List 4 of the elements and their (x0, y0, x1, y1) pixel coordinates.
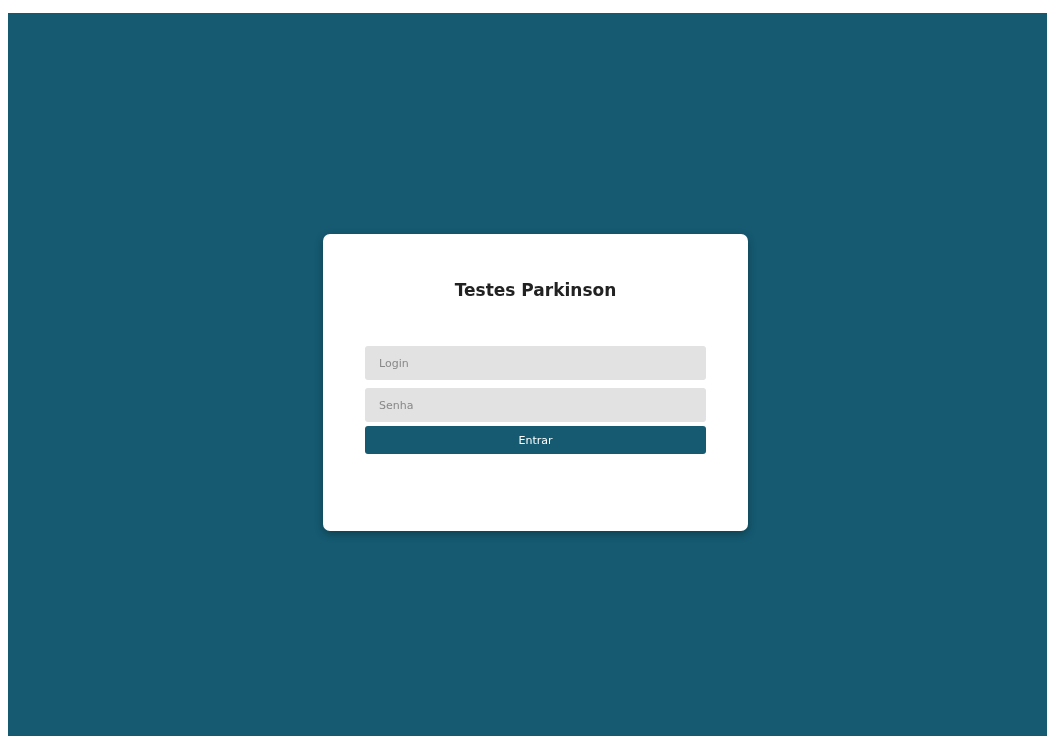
input-field[interactable]: Senha (365, 388, 706, 422)
card-title: Testes Parkinson (453, 279, 618, 302)
login-button[interactable]: Entrar (365, 426, 706, 454)
input-field[interactable]: Login (365, 346, 706, 380)
